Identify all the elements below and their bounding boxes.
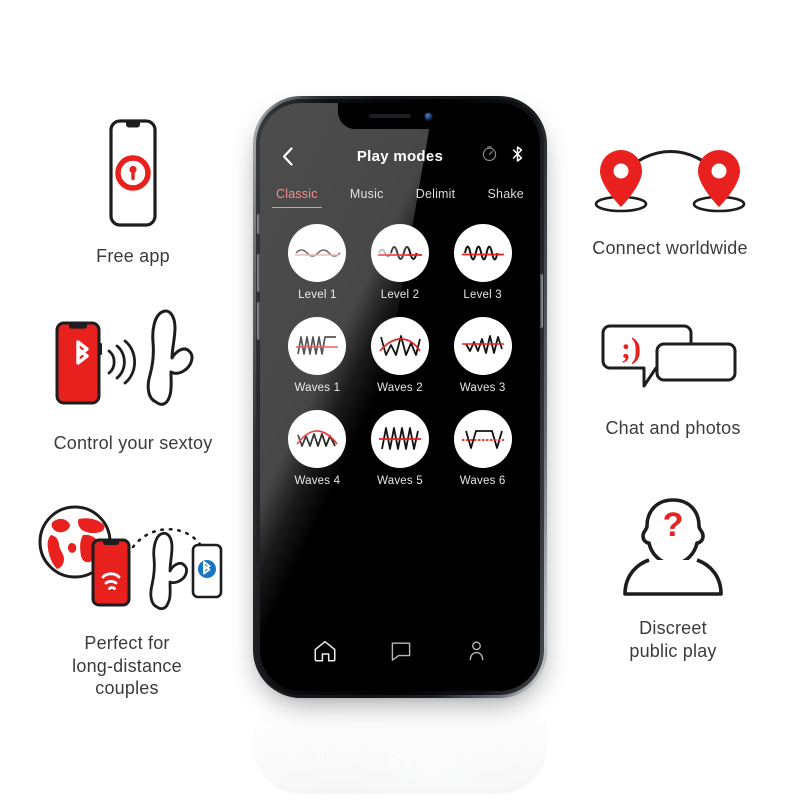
mode-label: Waves 5: [377, 475, 423, 487]
waveform-sawtooth: [370, 410, 429, 468]
phone-frame: Play modes Classic Music Delimit Shake L…: [253, 96, 547, 698]
mode-waves-2[interactable]: Waves 2: [370, 317, 429, 394]
waveform-sine-low: [288, 224, 347, 282]
waveform-sine-high: [453, 224, 512, 282]
tab-classic[interactable]: Classic: [272, 187, 322, 210]
header-actions: [481, 145, 524, 168]
mode-label: Waves 1: [294, 382, 341, 394]
waveform-trapezoid: [453, 410, 512, 468]
bluetooth-icon[interactable]: [511, 145, 524, 168]
phone-reflection: [253, 702, 547, 794]
feature-chat-photos: ;) Chat and photos: [568, 320, 778, 440]
feature-connect-worldwide: Connect worldwide: [565, 140, 775, 260]
tab-shake[interactable]: Shake: [488, 187, 524, 210]
timer-icon[interactable]: [481, 145, 498, 167]
phone-bluetooth-toy-icon: [43, 305, 223, 420]
caption-line: long-distance: [72, 655, 182, 676]
feature-caption: Perfect for long-distance couples: [72, 632, 182, 700]
feature-caption: Control your sextoy: [53, 433, 213, 453]
mode-label: Level 2: [380, 289, 420, 301]
feature-caption: Discreet public play: [629, 617, 716, 662]
mode-tabs: Classic Music Delimit Shake: [260, 179, 540, 210]
app-ui: Play modes Classic Music Delimit Shake L…: [260, 103, 540, 691]
app-header: Play modes: [260, 133, 540, 179]
feature-caption: Free app: [96, 246, 170, 266]
waveform-zigzag-arc: [370, 317, 429, 375]
phone-mockup: Play modes Classic Music Delimit Shake L…: [243, 86, 557, 794]
mode-level-2[interactable]: Level 2: [370, 224, 429, 301]
mode-label: Waves 3: [459, 382, 506, 394]
caption-line: Perfect for: [84, 633, 170, 653]
back-button[interactable]: [276, 145, 298, 167]
mode-waves-1[interactable]: Waves 1: [288, 317, 347, 394]
reflection-icons: [253, 750, 547, 772]
anonymous-person-icon: ?: [603, 490, 743, 605]
showcase-canvas: Free app Control your sextoy Perfect for…: [0, 0, 800, 800]
feature-caption: Connect worldwide: [592, 238, 748, 258]
speech-bubbles-icon: ;): [598, 320, 748, 405]
bottom-tabbar: [260, 638, 540, 669]
tab-music[interactable]: Music: [350, 187, 384, 210]
phone-screen[interactable]: Play modes Classic Music Delimit Shake L…: [260, 103, 540, 691]
emoticon-text: ;): [621, 332, 641, 365]
waveform-sine-mid: [370, 224, 429, 282]
front-camera-icon: [424, 112, 432, 120]
caption-line: public play: [629, 640, 717, 661]
caption-line: Discreet: [639, 618, 707, 638]
waveform-zigzag-dome: [288, 410, 347, 468]
mode-level-3[interactable]: Level 3: [453, 224, 512, 301]
feature-long-distance: Perfect for long-distance couples: [22, 495, 232, 700]
waveform-ramp-step: [288, 317, 347, 375]
nav-home-icon[interactable]: [312, 638, 338, 669]
waveform-zigzag-rising: [453, 317, 512, 375]
globe-phones-toy-icon: [27, 495, 227, 620]
earpiece-speaker-icon: [368, 114, 411, 118]
two-map-pins-arc-icon: [585, 140, 755, 225]
tab-delimit[interactable]: Delimit: [416, 187, 456, 210]
nav-chat-icon[interactable]: [389, 639, 413, 668]
feature-discreet-play: ? Discreet public play: [568, 490, 778, 662]
mode-waves-4[interactable]: Waves 4: [288, 410, 347, 487]
nav-profile-icon[interactable]: [465, 639, 488, 668]
mode-label: Level 1: [298, 289, 337, 301]
caption-line: couples: [95, 678, 159, 698]
mode-waves-5[interactable]: Waves 5: [370, 410, 429, 487]
feature-free-app: Free app: [28, 118, 238, 268]
mode-waves-3[interactable]: Waves 3: [453, 317, 512, 394]
phone-lock-icon: [98, 118, 168, 233]
feature-control-toy: Control your sextoy: [28, 305, 238, 455]
mode-label: Waves 4: [294, 475, 341, 487]
mode-level-1[interactable]: Level 1: [288, 224, 347, 301]
mode-label: Waves 2: [377, 382, 423, 394]
reflection-body: [253, 702, 547, 794]
chevron-left-icon: [282, 146, 293, 166]
feature-caption: Chat and photos: [605, 418, 741, 438]
question-mark-text: ?: [663, 506, 684, 544]
phone-bezel: Play modes Classic Music Delimit Shake L…: [256, 99, 544, 695]
play-modes-grid: Level 1 Level 2 Level 3 Waves 1 Waves 2 …: [260, 224, 540, 487]
mode-waves-6[interactable]: Waves 6: [453, 410, 512, 487]
phone-notch: [338, 103, 462, 129]
mode-label: Waves 6: [459, 475, 506, 487]
mode-label: Level 3: [463, 289, 502, 301]
